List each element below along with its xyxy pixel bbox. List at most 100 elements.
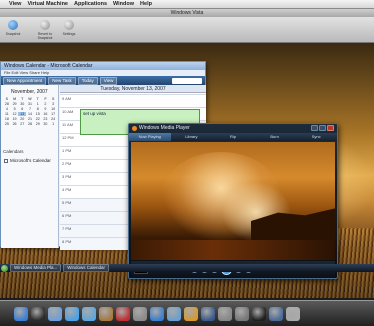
mini-calendar-day[interactable]: 20 <box>18 117 26 121</box>
maximize-button[interactable] <box>319 125 326 131</box>
day-header: Tuesday, November 13, 2007 <box>60 85 206 93</box>
mini-calendar-day[interactable]: 1 <box>49 122 57 126</box>
calendar-toolbar: New Appointment New Task Today View <box>1 76 205 85</box>
vm-window: Windows Vista Snapshot Revert to Snapsho… <box>0 9 374 317</box>
new-appointment-button[interactable]: New Appointment <box>3 76 47 85</box>
mini-calendar-day[interactable]: 29 <box>34 122 42 126</box>
garageband-icon[interactable] <box>184 306 198 321</box>
mini-calendar-day[interactable]: 12 <box>11 112 19 116</box>
mini-calendar-day[interactable]: 24 <box>49 117 57 121</box>
ical-icon[interactable] <box>116 306 130 321</box>
mini-calendar-weekday: W <box>28 97 32 101</box>
mini-calendar-day[interactable]: 13 <box>18 112 27 116</box>
trash-icon[interactable] <box>286 306 300 321</box>
preview-icon[interactable] <box>133 306 147 321</box>
mini-calendar-day[interactable]: 30 <box>42 122 50 126</box>
mini-calendar-day[interactable]: 25 <box>3 122 11 126</box>
mini-calendar-day[interactable]: 23 <box>42 117 50 121</box>
finder-icon[interactable] <box>14 306 28 321</box>
calendar-name: Microsoft's Calendar <box>10 158 51 163</box>
calendar-list-item[interactable]: Microsoft's Calendar <box>4 158 51 163</box>
mini-calendar-day[interactable]: 5 <box>11 107 19 111</box>
mini-calendar-day[interactable]: 11 <box>3 112 11 116</box>
mini-calendar-day[interactable]: 27 <box>18 122 26 126</box>
mini-calendar-day[interactable]: 8 <box>34 107 42 111</box>
start-orb-icon[interactable] <box>1 264 8 272</box>
mini-calendar-day[interactable]: 10 <box>49 107 57 111</box>
mini-calendar-day[interactable]: 19 <box>11 117 19 121</box>
new-task-button[interactable]: New Task <box>48 76 76 85</box>
calendar-search-input[interactable] <box>172 77 202 84</box>
today-button[interactable]: Today <box>77 76 98 85</box>
calendar-checkbox[interactable] <box>4 158 8 163</box>
mini-calendar-weekday: M <box>13 97 17 101</box>
menu-view[interactable]: View <box>9 1 21 7</box>
mini-calendar[interactable]: S M T W T F S 28 29 30 31 1 2 3 4 5 6 7 8 9 10 11 12 13 14 15 16 17… <box>3 97 57 126</box>
menu-help[interactable]: Help <box>140 1 152 7</box>
safari-icon[interactable] <box>65 306 79 321</box>
taskbar-item-media-player[interactable]: Windows Media Pla... <box>10 264 62 272</box>
mini-calendar-day[interactable]: 16 <box>42 112 50 116</box>
mail-icon[interactable] <box>48 306 62 321</box>
mini-calendar-day[interactable]: 2 <box>42 102 50 106</box>
hour-row[interactable]: 9 AM <box>60 94 206 107</box>
mini-calendar-day[interactable]: 28 <box>26 122 34 126</box>
hour-label: 12 PM <box>62 135 74 140</box>
system-preferences-icon[interactable] <box>218 306 232 321</box>
hour-label: 4 PM <box>62 187 72 192</box>
mini-month-title: November, 2007 <box>11 89 48 95</box>
mini-calendar-day[interactable]: 17 <box>49 112 57 116</box>
close-button[interactable] <box>327 125 334 131</box>
calendar-title[interactable]: Windows Calendar - Microsoft Calendar <box>1 62 205 70</box>
revert-icon <box>40 20 50 30</box>
mini-calendar-day[interactable]: 29 <box>11 102 19 106</box>
hour-label: 9 AM <box>62 96 72 101</box>
mini-calendar-day[interactable]: 31 <box>26 102 34 106</box>
mini-calendar-day[interactable]: 26 <box>11 122 19 126</box>
mini-calendar-weekday: S <box>5 97 9 101</box>
media-player-titlebar[interactable]: Windows Media Player <box>129 124 337 133</box>
revert-snapshot-button[interactable]: Revert to Snapshot <box>32 20 58 40</box>
mini-calendar-day[interactable]: 9 <box>42 107 50 111</box>
taskbar-item-calendar[interactable]: Windows Calendar <box>63 264 110 272</box>
mini-calendar-day[interactable]: 28 <box>3 102 11 106</box>
mini-calendar-day[interactable]: 18 <box>3 117 11 121</box>
tab-sync[interactable]: Sync <box>295 133 337 141</box>
address-book-icon[interactable] <box>99 306 113 321</box>
hour-label: 11 AM <box>62 122 74 127</box>
mini-calendar-day[interactable]: 1 <box>34 102 42 106</box>
snapshot-button[interactable]: Snapshot <box>2 20 24 36</box>
itunes-icon[interactable] <box>150 306 164 321</box>
media-player-tabs: Now Playing Library Rip Burn Sync <box>129 133 337 141</box>
mini-calendar-day[interactable]: 15 <box>34 112 42 116</box>
snapshot-icon <box>8 20 18 30</box>
settings-button[interactable]: Settings <box>58 20 80 36</box>
dashboard-icon[interactable] <box>31 306 45 321</box>
menu-virtual-machine[interactable]: Virtual Machine <box>27 1 68 7</box>
menu-window[interactable]: Window <box>113 1 134 7</box>
menu-applications[interactable]: Applications <box>74 1 107 7</box>
vmware-icon[interactable] <box>235 306 249 321</box>
video-display[interactable] <box>131 142 335 260</box>
mini-calendar-weekday: T <box>21 97 24 101</box>
mini-calendar-day[interactable]: 7 <box>26 107 34 111</box>
hour-label: 2 PM <box>62 161 72 166</box>
time-machine-icon[interactable] <box>201 306 215 321</box>
tab-rip[interactable]: Rip <box>212 133 254 141</box>
mini-calendar-day[interactable]: 14 <box>26 112 34 116</box>
app-icon[interactable] <box>252 306 266 321</box>
tab-library[interactable]: Library <box>171 133 213 141</box>
mini-calendar-day[interactable]: 30 <box>18 102 26 106</box>
view-button[interactable]: View <box>99 76 118 85</box>
mini-calendar-day[interactable]: 21 <box>26 117 34 121</box>
tab-burn[interactable]: Burn <box>254 133 296 141</box>
minimize-button[interactable] <box>311 125 318 131</box>
mini-calendar-day[interactable]: 6 <box>18 107 26 111</box>
mini-calendar-day[interactable]: 22 <box>34 117 42 121</box>
mini-calendar-day[interactable]: 4 <box>3 107 11 111</box>
tab-now-playing[interactable]: Now Playing <box>129 133 171 141</box>
ichat-icon[interactable] <box>82 306 96 321</box>
iphoto-icon[interactable] <box>167 306 181 321</box>
downloads-icon[interactable] <box>269 306 283 321</box>
mini-calendar-day[interactable]: 3 <box>49 102 57 106</box>
